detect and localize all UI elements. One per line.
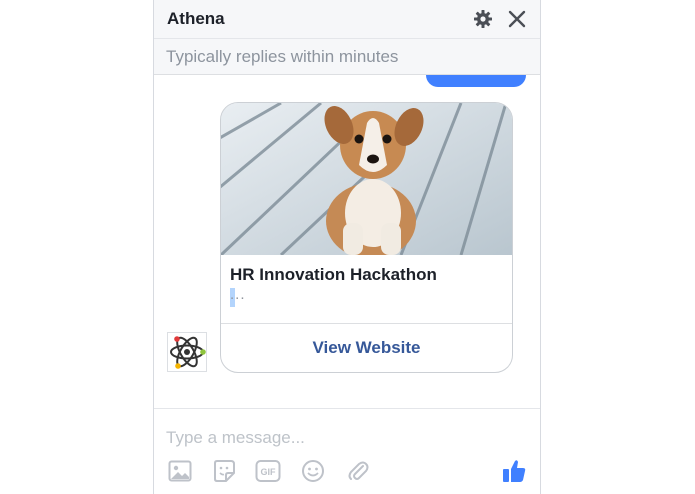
view-website-button[interactable]: View Website [221,324,512,372]
gear-icon[interactable] [470,6,496,32]
chat-window: Athena Typically replies within minutes … [153,0,541,494]
atom-logo-icon [170,336,206,369]
sticker-icon[interactable] [210,457,238,485]
gif-label: GIF [261,467,277,477]
close-icon[interactable] [504,6,530,32]
previous-message-bubble[interactable] [426,75,526,87]
chat-title: Athena [167,9,225,28]
card-image[interactable] [221,103,512,255]
photo-icon[interactable] [166,457,194,485]
attachment-icon[interactable] [344,457,372,485]
gif-icon[interactable]: GIF [254,457,282,485]
message-input[interactable] [166,427,466,449]
message-thread[interactable]: HR Innovation Hackathon ... View Website [154,75,540,408]
card-subtitle: ... [230,286,246,303]
emoji-icon[interactable] [299,457,327,485]
avatar[interactable] [167,332,207,372]
card-title: HR Innovation Hackathon [230,265,437,284]
reply-status-text: Typically replies within minutes [166,47,399,66]
puppy-photo [221,103,512,255]
reply-status-bar: Typically replies within minutes [154,39,540,75]
chat-header: Athena [154,0,540,39]
like-icon[interactable] [500,457,528,485]
composer: GIF [154,408,540,494]
generic-template-card: HR Innovation Hackathon ... View Website [220,102,513,373]
